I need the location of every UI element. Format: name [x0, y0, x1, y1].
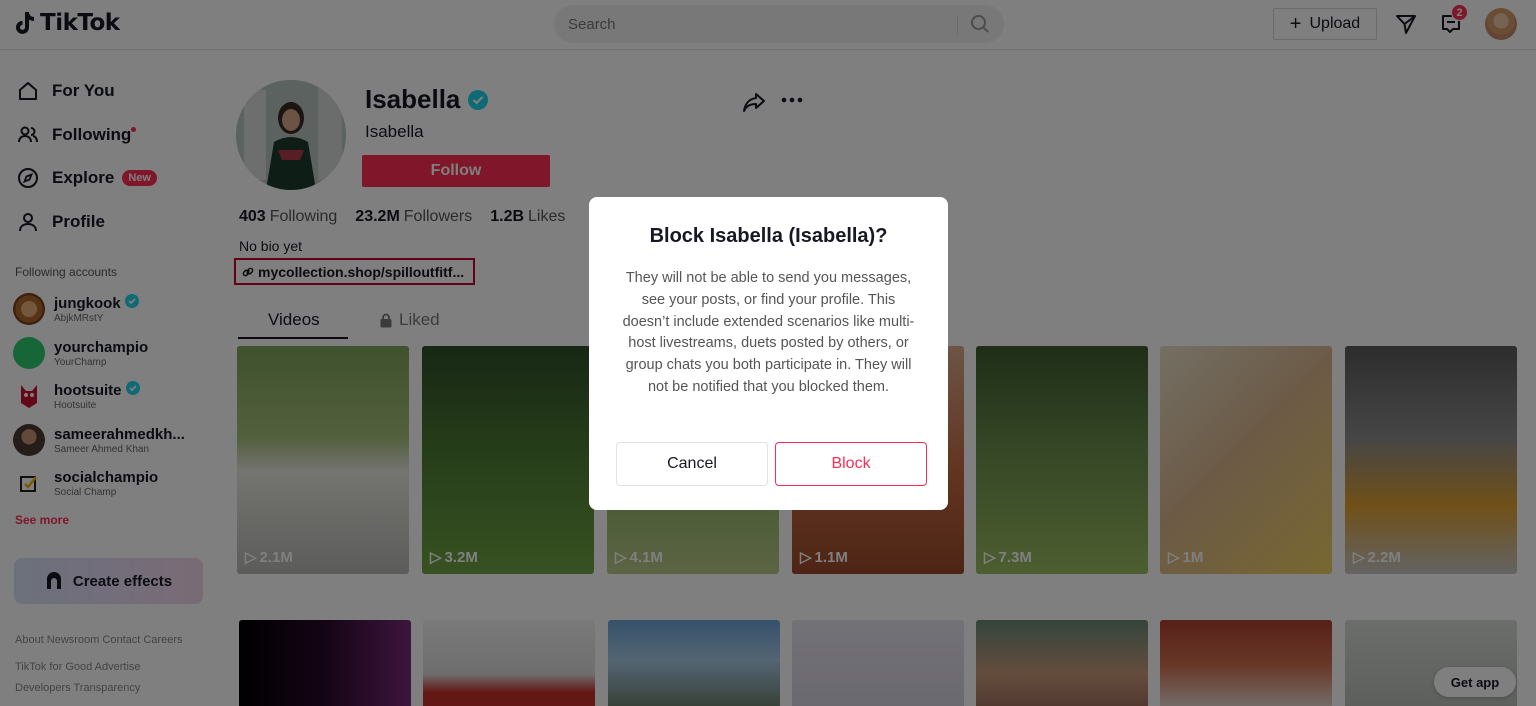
dialog-body: They will not be able to send you messag… [622, 270, 915, 395]
dialog-title: Block Isabella (Isabella)? [649, 225, 888, 247]
block-button[interactable]: Block [775, 442, 927, 486]
cancel-button[interactable]: Cancel [616, 442, 768, 486]
block-dialog: Block Isabella (Isabella)? They will not… [589, 197, 948, 510]
